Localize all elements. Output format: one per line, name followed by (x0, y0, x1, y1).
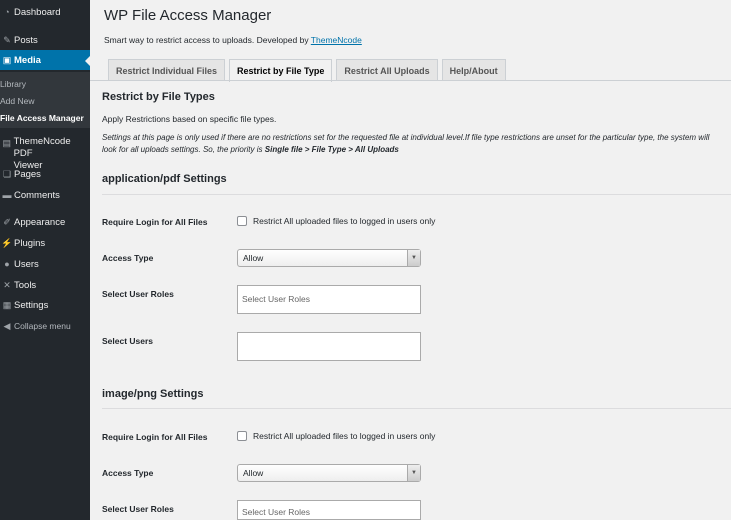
png-require-login-checkbox[interactable] (237, 431, 247, 441)
tagline-text: Smart way to restrict access to uploads.… (104, 35, 309, 45)
developer-link[interactable]: ThemeNcode (311, 35, 362, 45)
settings-icon: ▦ (2, 299, 12, 310)
dashboard-icon: ◔ (4, 7, 10, 17)
pdf-access-type-value: Allow (243, 253, 264, 263)
note-line-2: look for all uploads settings. So, the p… (102, 145, 263, 154)
sidebar-item-media[interactable]: ▣ Media (0, 50, 90, 70)
png-access-type-label: Access Type (102, 468, 154, 478)
tab-restrict-individual-files[interactable]: Restrict Individual Files (108, 59, 226, 81)
brush-icon: ✐ (3, 216, 11, 227)
pdf-access-type-label: Access Type (102, 253, 154, 263)
sidebar-item-comments[interactable]: ▬ Comments (0, 185, 90, 205)
section-heading: Restrict by File Types (102, 91, 215, 103)
png-access-type-value: Allow (243, 468, 264, 478)
png-user-roles-input[interactable]: Select User Roles (237, 500, 421, 520)
png-settings-title: image/png Settings (102, 388, 204, 400)
png-require-login-label: Require Login for All Files (102, 432, 208, 442)
submenu-item-add-new[interactable]: Add New (0, 96, 35, 106)
page-title: WP File Access Manager (104, 7, 272, 24)
pdf-require-login-checkbox-row[interactable]: Restrict All uploaded files to logged in… (237, 216, 435, 226)
collapse-menu-button[interactable]: ◀ Collapse menu (0, 316, 90, 336)
tab-restrict-by-file-type[interactable]: Restrict by File Type (229, 59, 333, 82)
user-icon: ● (4, 259, 10, 269)
tab-help-about[interactable]: Help/About (441, 59, 506, 81)
tab-restrict-all-uploads[interactable]: Restrict All Uploads (336, 59, 438, 81)
pdf-checkbox-label: Restrict All uploaded files to logged in… (253, 216, 436, 226)
pdf-user-roles-label: Select User Roles (102, 289, 174, 299)
priority-order: Single file > File Type > All Uploads (264, 145, 399, 154)
submenu-item-library[interactable]: Library (0, 79, 26, 89)
pdf-user-roles-input[interactable]: Select User Roles (237, 285, 421, 314)
pdf-users-input[interactable] (237, 332, 421, 361)
sidebar-item-plugins[interactable]: ⚡ Plugins (0, 233, 90, 253)
pdf-access-type-select[interactable]: Allow ▼ (237, 249, 421, 267)
submenu-item-file-access-manager[interactable]: File Access Manager (0, 113, 84, 123)
sidebar-item-appearance[interactable]: ✐ Appearance (0, 212, 90, 232)
sidebar-item-settings[interactable]: ▦ Settings (0, 295, 90, 315)
sidebar-item-posts[interactable]: ✎ Posts (0, 30, 90, 50)
png-user-roles-placeholder: Select User Roles (242, 507, 311, 517)
pdf-require-login-label: Require Login for All Files (102, 217, 208, 227)
pages-icon: ❏ (2, 168, 12, 179)
sidebar-item-tools[interactable]: ✕ Tools (0, 275, 90, 295)
pdf-settings-title: application/pdf Settings (102, 173, 227, 185)
pin-icon: ✎ (3, 34, 11, 45)
sidebar-item-users[interactable]: ● Users (0, 254, 90, 274)
plugin-icon: ⚡ (1, 237, 13, 248)
sidebar-item-dashboard[interactable]: ◔ Dashboard (0, 2, 90, 22)
png-checkbox-label: Restrict All uploaded files to logged in… (253, 431, 436, 441)
png-require-login-checkbox-row[interactable]: Restrict All uploaded files to logged in… (237, 431, 435, 441)
collapse-icon: ◀ (3, 320, 11, 331)
section-description: Apply Restrictions based on specific fil… (102, 114, 277, 124)
admin-sidebar: ◔ Dashboard ✎ Posts ▣ Media Library Add … (0, 0, 90, 520)
png-access-type-select[interactable]: Allow ▼ (237, 464, 421, 482)
wrench-icon: ✕ (3, 279, 11, 290)
comments-icon: ▬ (2, 190, 12, 200)
pdf-require-login-checkbox[interactable] (237, 216, 247, 226)
divider (102, 194, 731, 195)
tabs-divider (90, 80, 731, 81)
priority-note: Settings at this page is only used if th… (102, 132, 731, 156)
note-line-1: Settings at this page is only used if th… (102, 133, 710, 142)
pdf-user-roles-placeholder: Select User Roles (242, 294, 311, 304)
plugin-tagline: Smart way to restrict access to uploads.… (104, 35, 362, 45)
pdf-viewer-label-line1: ThemeNcode PDF (13, 136, 71, 159)
sidebar-item-pages[interactable]: ❏ Pages (0, 164, 90, 184)
png-user-roles-label: Select User Roles (102, 504, 174, 514)
media-icon: ▣ (2, 54, 12, 65)
chevron-down-icon: ▼ (407, 465, 420, 481)
pdf-users-label: Select Users (102, 336, 154, 346)
nav-tabs: Restrict Individual Files Restrict by Fi… (108, 59, 510, 82)
main-content: WP File Access Manager Smart way to rest… (90, 0, 731, 520)
divider (102, 408, 731, 409)
chevron-down-icon: ▼ (407, 250, 420, 266)
